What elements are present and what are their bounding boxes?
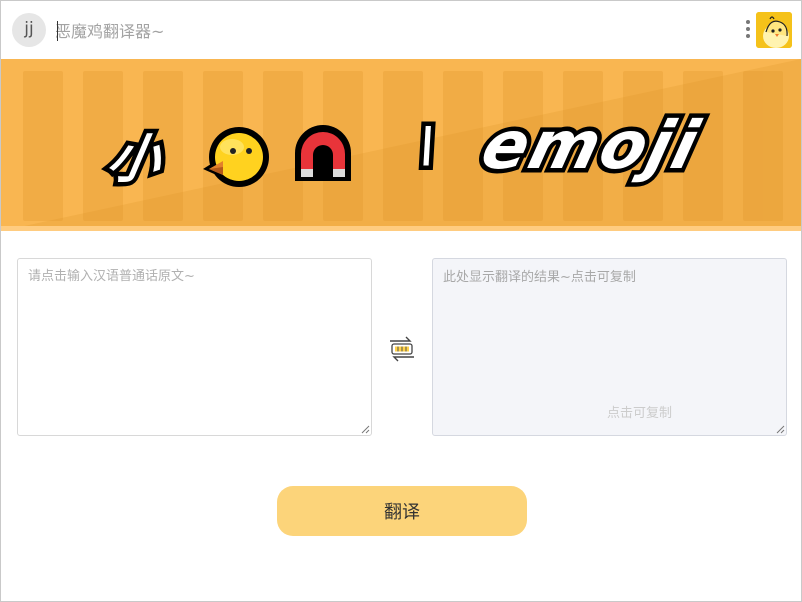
magnet-emoji-icon xyxy=(295,125,351,181)
banner-text-slash: \ xyxy=(410,113,446,178)
banner-title: 小 \ emoji xyxy=(98,103,739,195)
result-placeholder: 此处显示翻译的结果~点击可复制 xyxy=(443,270,636,285)
user-avatar[interactable]: jj xyxy=(12,13,46,47)
translate-button[interactable]: 翻译 xyxy=(277,486,527,536)
title-input[interactable] xyxy=(55,17,655,45)
baby-chick-emoji-icon xyxy=(203,127,269,187)
banner-text-xiao: 小 xyxy=(98,126,170,195)
source-panel xyxy=(17,258,372,436)
resize-grip-icon[interactable] xyxy=(776,425,785,434)
top-bar: jj xyxy=(1,1,801,59)
swap-arrows-icon[interactable] xyxy=(386,333,418,365)
copy-hint: 点击可复制 xyxy=(606,406,672,421)
banner-text-emoji: emoji xyxy=(470,103,712,189)
hero-banner: 小 \ emoji xyxy=(1,59,801,231)
kebab-menu-icon[interactable] xyxy=(743,17,753,43)
resize-grip-icon[interactable] xyxy=(361,425,370,434)
banner-bottom-strip xyxy=(1,226,801,231)
result-panel[interactable]: 此处显示翻译的结果~点击可复制 点击可复制 xyxy=(432,258,787,436)
text-caret xyxy=(57,21,58,41)
source-text-input[interactable] xyxy=(18,259,371,435)
chick-mascot-icon[interactable] xyxy=(756,12,792,48)
app-window: jj 恶魔鸡翻译器~ 小 \ emoji 请点击输入汉语普通话原文~ 此处显示翻… xyxy=(0,0,802,602)
